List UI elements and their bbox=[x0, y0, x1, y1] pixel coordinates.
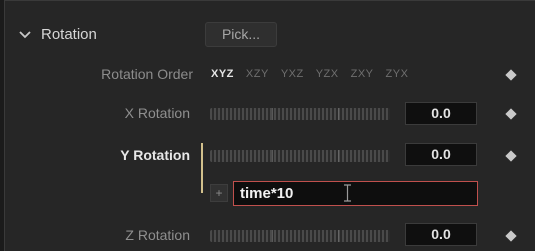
keyframe-diamond-icon[interactable] bbox=[505, 69, 517, 81]
section-title: Rotation bbox=[41, 26, 97, 43]
y-rotation-expression-field[interactable]: time*10 bbox=[233, 181, 478, 206]
x-rotation-label: X Rotation bbox=[124, 105, 190, 121]
order-option-zyx[interactable]: ZYX bbox=[386, 68, 409, 80]
order-option-yzx[interactable]: YZX bbox=[316, 68, 339, 80]
expression-indicator-bar bbox=[201, 143, 203, 193]
inspector-panel: Rotation Pick... Rotation Order XYZ XZY … bbox=[4, 0, 535, 251]
y-rotation-slider[interactable] bbox=[210, 150, 390, 162]
y-rotation-value[interactable]: 0.0 bbox=[405, 143, 477, 166]
keyframe-diamond-icon[interactable] bbox=[505, 230, 517, 242]
keyframe-diamond-icon[interactable] bbox=[505, 150, 517, 162]
expression-add-button[interactable]: + bbox=[210, 184, 228, 202]
z-rotation-value[interactable]: 0.0 bbox=[405, 223, 477, 246]
pick-button[interactable]: Pick... bbox=[205, 22, 277, 47]
x-rotation-value[interactable]: 0.0 bbox=[405, 102, 477, 125]
text-cursor-icon bbox=[344, 184, 351, 202]
order-option-xzy[interactable]: XZY bbox=[246, 68, 269, 80]
order-option-xyz[interactable]: XYZ bbox=[211, 68, 234, 80]
z-rotation-slider[interactable] bbox=[210, 230, 390, 242]
rotation-order-options: XYZ XZY YXZ YZX ZXY ZYX bbox=[211, 68, 408, 80]
chevron-down-icon[interactable] bbox=[19, 29, 31, 41]
y-rotation-label: Y Rotation bbox=[120, 147, 190, 163]
order-option-zxy[interactable]: ZXY bbox=[351, 68, 374, 80]
keyframe-diamond-icon[interactable] bbox=[505, 108, 517, 120]
rotation-section-header[interactable]: Rotation Pick... bbox=[5, 17, 535, 53]
x-rotation-slider[interactable] bbox=[210, 108, 390, 120]
order-option-yxz[interactable]: YXZ bbox=[281, 68, 304, 80]
rotation-order-label: Rotation Order bbox=[101, 66, 193, 82]
z-rotation-label: Z Rotation bbox=[125, 227, 190, 243]
